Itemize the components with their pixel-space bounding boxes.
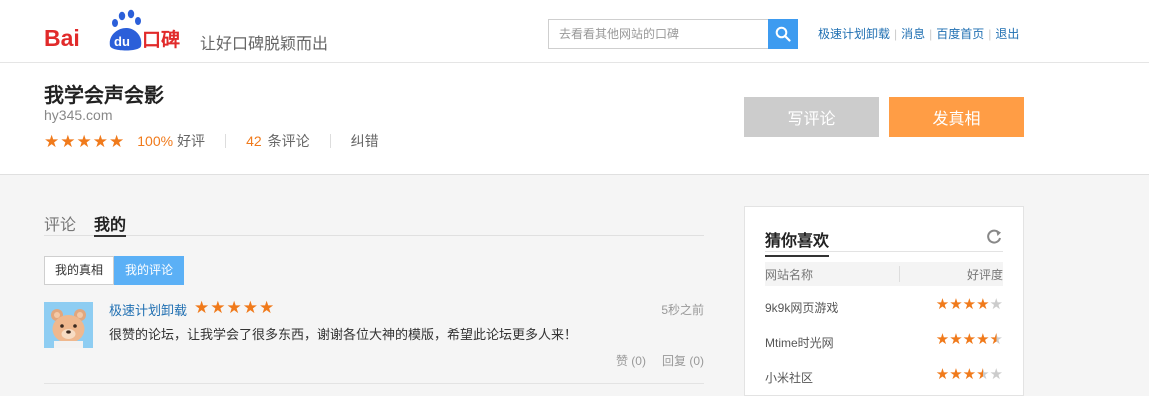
write-review-button[interactable]: 写评论 [744, 97, 879, 137]
baidu-koubei-logo[interactable]: du Bai 口碑 [44, 8, 184, 54]
recommend-rating-stars: ★ ★ ★ ★ ★ [936, 297, 1003, 312]
review-text: 很赞的论坛，让我学会了很多东西，谢谢各位大神的模版，希望此论坛更多人来！ [109, 327, 578, 342]
link-jisu-jihua[interactable]: 极速计划卸载 [818, 27, 890, 41]
star-icon: ★ [60, 131, 76, 151]
review-count-label[interactable]: 条评论 [268, 131, 310, 151]
star-icon: ★ [210, 298, 226, 317]
star-icon: ★ [92, 131, 108, 151]
star-icon: ★ [949, 331, 963, 348]
post-truth-button[interactable]: 发真相 [889, 97, 1024, 137]
refresh-icon[interactable] [985, 228, 1003, 246]
star-empty-icon: ★ [989, 366, 1003, 383]
separator: | [929, 27, 933, 41]
star-icon: ★ [949, 366, 963, 383]
separator: | [894, 27, 898, 41]
link-baidu-home[interactable]: 百度首页 [936, 27, 984, 41]
review-count[interactable]: 42 [246, 133, 262, 149]
col-score: 好评度 [966, 268, 1003, 282]
good-label: 好评 [177, 133, 206, 149]
recommend-row[interactable]: 小米社区 ★ ★ ★ ★ ★ [765, 367, 1003, 387]
review-item: 极速计划卸载 ★ ★ ★ ★ ★ 5秒之前 很赞的论坛，让我学会了很多东西，谢谢各位大神… [44, 299, 704, 384]
recommend-site-name[interactable]: 9k9k网页游戏 [765, 299, 838, 316]
site-rating-stars: ★ ★ ★ ★ ★ [44, 133, 125, 150]
top-links: 极速计划卸载 | 消息 | 百度首页 | 退出 [818, 25, 1019, 42]
search-button[interactable] [768, 19, 798, 49]
star-icon: ★ [962, 331, 977, 348]
svg-text:Bai: Bai [44, 25, 80, 51]
star-icon: ★ [259, 298, 275, 317]
recommend-row[interactable]: 9k9k网页游戏 ★ ★ ★ ★ ★ [765, 297, 1003, 317]
site-stats: ★ ★ ★ ★ ★ 100% 好评 42 条评论 纠错 [44, 132, 379, 150]
tab-reviews[interactable]: 评论 [44, 211, 76, 235]
search-input[interactable]: 去看看其他网站的口碑 [548, 19, 769, 49]
review-actions: 赞 (0) 回复 (0) [616, 352, 704, 369]
review-timestamp: 5秒之前 [661, 303, 704, 317]
star-icon: ★ [226, 298, 242, 317]
recommend-site-name[interactable]: Mtime时光网 [765, 334, 834, 351]
recommend-title: 猜你喜欢 [765, 227, 830, 257]
divider [329, 134, 331, 148]
col-site-name: 网站名称 [765, 268, 814, 282]
review-username[interactable]: 极速计划卸载 [109, 300, 187, 319]
recommend-site-name[interactable]: 小米社区 [765, 369, 813, 386]
star-icon: ★ [935, 366, 950, 383]
link-logout[interactable]: 退出 [995, 27, 1019, 41]
top-header: du Bai 口碑 让好口碑脱颖而出 去看看其他网站的口碑 极速计划卸载 | 消息 |… [0, 0, 1149, 62]
svg-text:du: du [114, 34, 130, 49]
review-rating-stars: ★ ★ ★ ★ ★ [194, 299, 275, 316]
divider [899, 266, 900, 282]
sub-tabs: 我的真相 我的评论 [44, 256, 185, 285]
recommend-rating-stars: ★ ★ ★ ★ ★ [936, 332, 1003, 347]
search-icon [775, 26, 791, 42]
star-icon: ★ [242, 298, 258, 317]
recommend-rating-stars: ★ ★ ★ ★ ★ [936, 367, 1003, 382]
star-icon: ★ [109, 131, 125, 151]
subtab-my-reviews[interactable]: 我的评论 [114, 256, 185, 285]
correct-link[interactable]: 纠错 [351, 131, 379, 151]
reply-button[interactable]: 回复 (0) [662, 354, 704, 368]
subtab-my-truth[interactable]: 我的真相 [44, 256, 115, 285]
good-percentage: 100% [137, 133, 174, 149]
site-info-bar: 我学会声会影 hy345.com ★ ★ ★ ★ ★ 100% 好评 42 条评论 纠错… [0, 62, 1149, 175]
recommend-panel: 猜你喜欢 网站名称 好评度 9k9k网页游戏 ★ ★ ★ ★ ★ Mtime时光网 ★ ★… [744, 206, 1024, 396]
main-tabs: 评论 我的 [44, 211, 704, 237]
star-half-icon: ★ [976, 366, 990, 383]
star-icon: ★ [44, 131, 60, 151]
site-title: 我学会声会影 [44, 85, 164, 107]
avatar[interactable] [44, 302, 93, 348]
recommend-row[interactable]: Mtime时光网 ★ ★ ★ ★ ★ [765, 332, 1003, 352]
slogan: 让好口碑脱颖而出 [200, 36, 329, 53]
site-domain: hy345.com [44, 107, 113, 123]
separator: | [988, 27, 992, 41]
star-icon: ★ [935, 296, 950, 313]
star-icon: ★ [949, 296, 963, 313]
star-icon: ★ [962, 366, 977, 383]
star-icon: ★ [976, 296, 990, 313]
star-icon: ★ [194, 298, 210, 317]
star-icon: ★ [76, 131, 92, 151]
star-icon: ★ [935, 331, 950, 348]
star-icon: ★ [962, 296, 977, 313]
svg-text:口碑: 口碑 [142, 28, 180, 51]
divider [225, 134, 227, 148]
like-button[interactable]: 赞 (0) [616, 354, 646, 368]
link-messages[interactable]: 消息 [901, 27, 925, 41]
star-empty-icon: ★ [989, 296, 1003, 313]
tab-mine[interactable]: 我的 [94, 211, 127, 237]
recommend-table-header: 网站名称 好评度 [765, 262, 1003, 286]
divider [765, 251, 1003, 252]
star-icon: ★ [976, 331, 990, 348]
star-half-icon: ★ [989, 331, 1003, 348]
